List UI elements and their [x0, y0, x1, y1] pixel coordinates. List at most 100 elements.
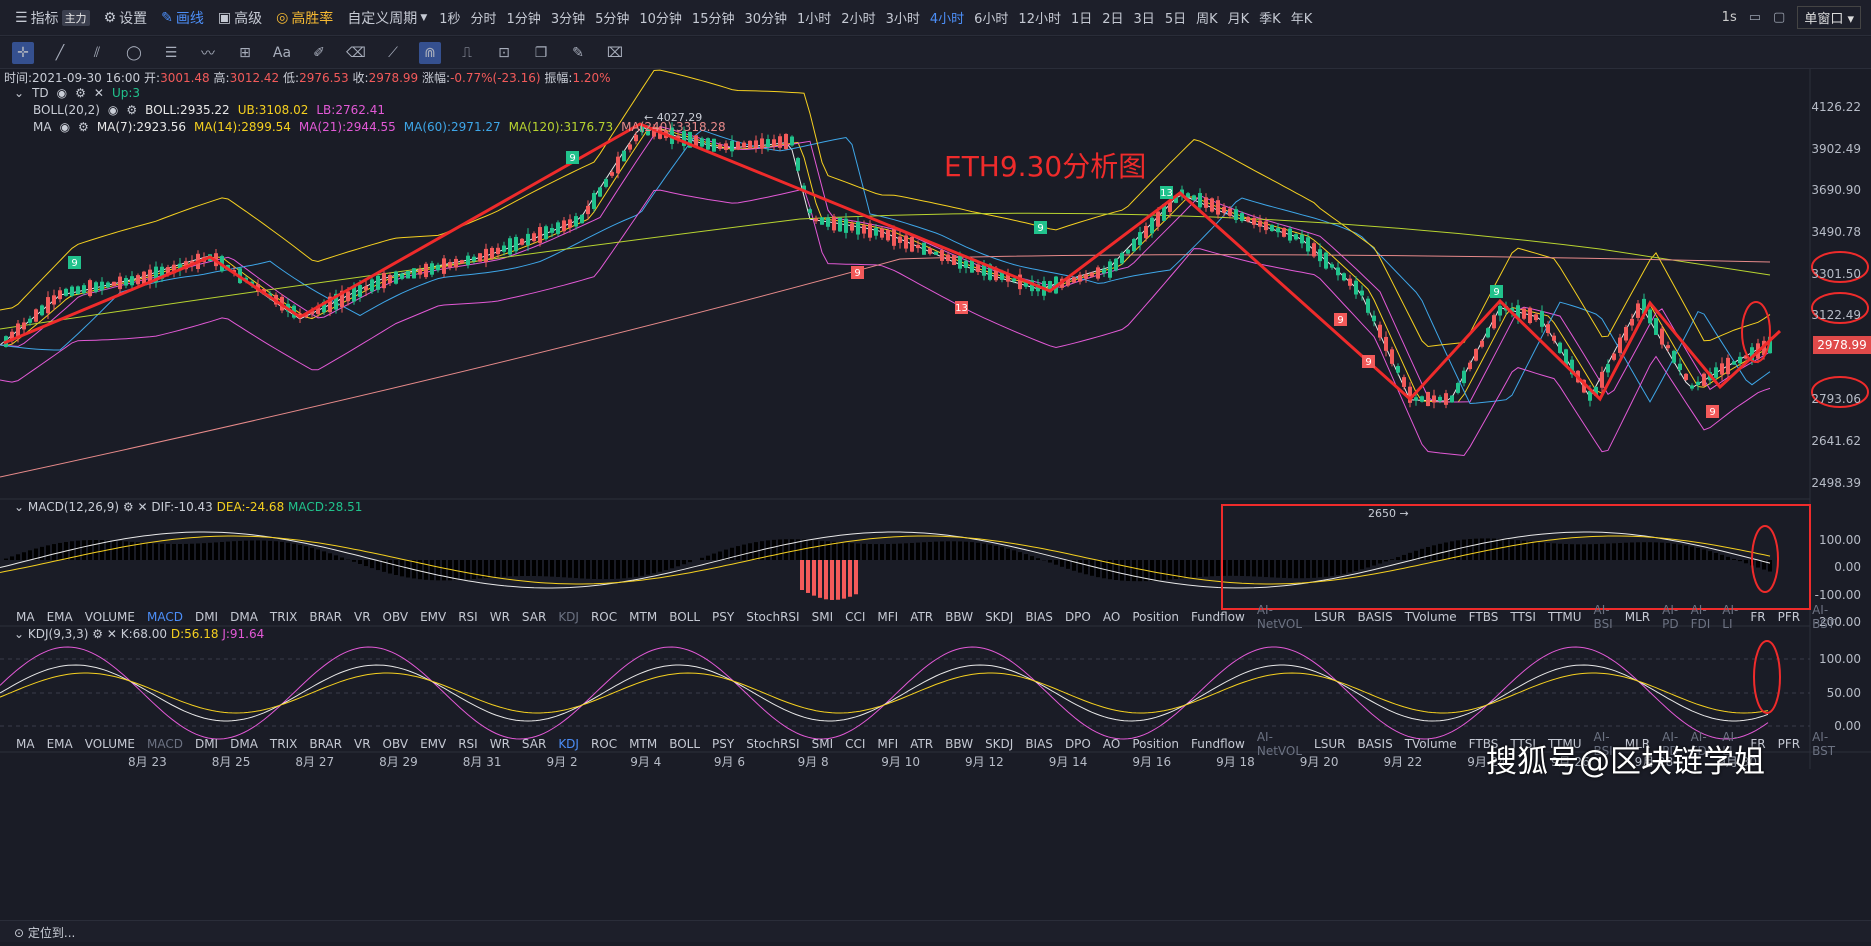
- indicator-tab[interactable]: PSY: [706, 610, 740, 624]
- indicator-tab[interactable]: BRAR: [303, 610, 348, 624]
- chart-area[interactable]: 991399913999 时间:2021-09-30 16:00 开:3001.…: [0, 69, 1871, 942]
- indicator-tab[interactable]: BASIS: [1351, 610, 1398, 624]
- indicator-tab[interactable]: PFR: [1772, 610, 1806, 624]
- window-mode-select[interactable]: 单窗口 ▾: [1797, 6, 1861, 29]
- indicator-tab[interactable]: TRIX: [264, 610, 303, 624]
- indicator-tab[interactable]: VOLUME: [79, 610, 141, 624]
- period-tab[interactable]: 1小时: [792, 8, 836, 27]
- indicator-tab[interactable]: DPO: [1059, 737, 1097, 751]
- indicator-tab[interactable]: MACD: [141, 737, 189, 751]
- indicator-tab[interactable]: MFI: [871, 610, 904, 624]
- indicator-tab[interactable]: SAR: [516, 610, 552, 624]
- trash-icon[interactable]: ⌧: [604, 42, 626, 64]
- indicator-tab[interactable]: WR: [484, 610, 516, 624]
- indicator-tab[interactable]: BOLL: [663, 610, 706, 624]
- indicator-tab[interactable]: PFR: [1772, 737, 1806, 751]
- indicator-tab[interactable]: BRAR: [303, 737, 348, 751]
- indicator-tab[interactable]: DMA: [224, 737, 264, 751]
- gear-icon[interactable]: ⚙: [123, 500, 134, 514]
- indicator-tab[interactable]: Fundflow: [1185, 610, 1251, 624]
- indicator-tab[interactable]: MLR: [1619, 610, 1656, 624]
- indicator-tab[interactable]: ROC: [585, 610, 623, 624]
- indicator-tab[interactable]: AI-BSI: [1588, 603, 1619, 631]
- indicator-tab[interactable]: DMA: [224, 610, 264, 624]
- indicator-tab[interactable]: BIAS: [1019, 610, 1059, 624]
- advanced-button[interactable]: ▣高级: [211, 8, 269, 28]
- window-icon[interactable]: ▢: [1773, 10, 1785, 25]
- indicator-tab[interactable]: EMA: [41, 737, 79, 751]
- indicator-tab[interactable]: TRIX: [264, 737, 303, 751]
- indicator-tab[interactable]: SMI: [806, 610, 840, 624]
- indicator-tab[interactable]: KDJ: [552, 610, 585, 624]
- indicator-tab[interactable]: DMI: [189, 737, 224, 751]
- edit-icon[interactable]: ✎: [567, 42, 589, 64]
- period-tab[interactable]: 5日: [1160, 8, 1191, 27]
- indicator-tab[interactable]: LSUR: [1308, 610, 1351, 624]
- period-tab[interactable]: 2日: [1097, 8, 1128, 27]
- text-icon[interactable]: Aa: [271, 42, 293, 64]
- indicator-tab[interactable]: RSI: [452, 737, 484, 751]
- close-icon[interactable]: ✕: [94, 86, 104, 100]
- indicator-tab[interactable]: MFI: [871, 737, 904, 751]
- indicator-tab[interactable]: KDJ: [552, 737, 585, 751]
- indicator-tab[interactable]: FTBS: [1463, 610, 1505, 624]
- period-tab[interactable]: 6小时: [969, 8, 1013, 27]
- indicator-tab[interactable]: MTM: [623, 737, 663, 751]
- indicator-tab[interactable]: BASIS: [1351, 737, 1398, 751]
- ruler-icon[interactable]: ⟋: [382, 42, 404, 64]
- indicator-tab[interactable]: MA: [10, 737, 41, 751]
- indicator-tab[interactable]: FR: [1744, 610, 1771, 624]
- collapse-icon[interactable]: ⌄: [14, 500, 24, 514]
- custom-period-dropdown[interactable]: 自定义周期▼: [340, 8, 434, 28]
- indicator-tab[interactable]: AI-BST: [1806, 603, 1841, 631]
- indicator-menu[interactable]: ☰指标主力: [8, 8, 97, 28]
- indicator-tab[interactable]: VR: [348, 610, 377, 624]
- collapse-icon[interactable]: ⌄: [14, 86, 24, 100]
- indicator-tab[interactable]: BIAS: [1019, 737, 1059, 751]
- indicator-tab[interactable]: SKDJ: [979, 737, 1019, 751]
- period-tab[interactable]: 月K: [1223, 8, 1255, 27]
- indicator-tab[interactable]: AI-BST: [1806, 730, 1841, 758]
- circle-icon[interactable]: ◯: [123, 42, 145, 64]
- indicator-tab[interactable]: DPO: [1059, 610, 1097, 624]
- indicator-tab[interactable]: SAR: [516, 737, 552, 751]
- period-tab[interactable]: 10分钟: [634, 8, 687, 27]
- period-tab[interactable]: 3分钟: [546, 8, 590, 27]
- indicator-tab[interactable]: Position: [1126, 610, 1185, 624]
- indicator-tab[interactable]: ROC: [585, 737, 623, 751]
- lock-icon[interactable]: ⊡: [493, 42, 515, 64]
- indicator-tab[interactable]: AI-FDI: [1685, 603, 1717, 631]
- indicator-tab[interactable]: SMI: [806, 737, 840, 751]
- crosshair-icon[interactable]: ✛: [12, 42, 34, 64]
- indicator-tab[interactable]: BOLL: [663, 737, 706, 751]
- period-tab[interactable]: 分时: [466, 8, 502, 27]
- settings-button[interactable]: ⚙设置: [97, 8, 155, 28]
- gear-icon[interactable]: ⚙: [92, 627, 103, 641]
- eye-icon[interactable]: ◉: [57, 86, 67, 100]
- period-tab[interactable]: 季K: [1254, 8, 1286, 27]
- magnet-icon[interactable]: ⋒: [419, 42, 441, 64]
- period-tab[interactable]: 15分钟: [687, 8, 740, 27]
- locate-button[interactable]: ⊙ 定位到...: [14, 924, 75, 941]
- period-tab[interactable]: 12小时: [1013, 8, 1066, 27]
- minimize-icon[interactable]: ▭: [1749, 10, 1761, 25]
- indicator-tab[interactable]: OBV: [377, 737, 415, 751]
- indicator-tab[interactable]: MACD: [141, 610, 189, 624]
- period-tab[interactable]: 4小时: [925, 8, 969, 27]
- indicator-tab[interactable]: AI-NetVOL: [1251, 603, 1308, 631]
- gear-icon[interactable]: ⚙: [126, 103, 137, 117]
- period-tab[interactable]: 3日: [1129, 8, 1160, 27]
- eye-icon[interactable]: ◉: [108, 103, 118, 117]
- period-tab[interactable]: 3小时: [881, 8, 925, 27]
- indicator-tab[interactable]: TVolume: [1399, 610, 1463, 624]
- indicator-tab[interactable]: Position: [1126, 737, 1185, 751]
- indicator-tab[interactable]: EMV: [414, 737, 452, 751]
- period-tab[interactable]: 30分钟: [739, 8, 792, 27]
- parallel-icon[interactable]: ⫽: [86, 42, 108, 64]
- gear-icon[interactable]: ⚙: [75, 86, 86, 100]
- indicator-tab[interactable]: ATR: [904, 737, 939, 751]
- indicator-tab[interactable]: StochRSI: [740, 610, 805, 624]
- indicator-tab[interactable]: Fundflow: [1185, 737, 1251, 751]
- indicator-tab[interactable]: TTSI: [1504, 610, 1542, 624]
- period-tab[interactable]: 1分钟: [502, 8, 546, 27]
